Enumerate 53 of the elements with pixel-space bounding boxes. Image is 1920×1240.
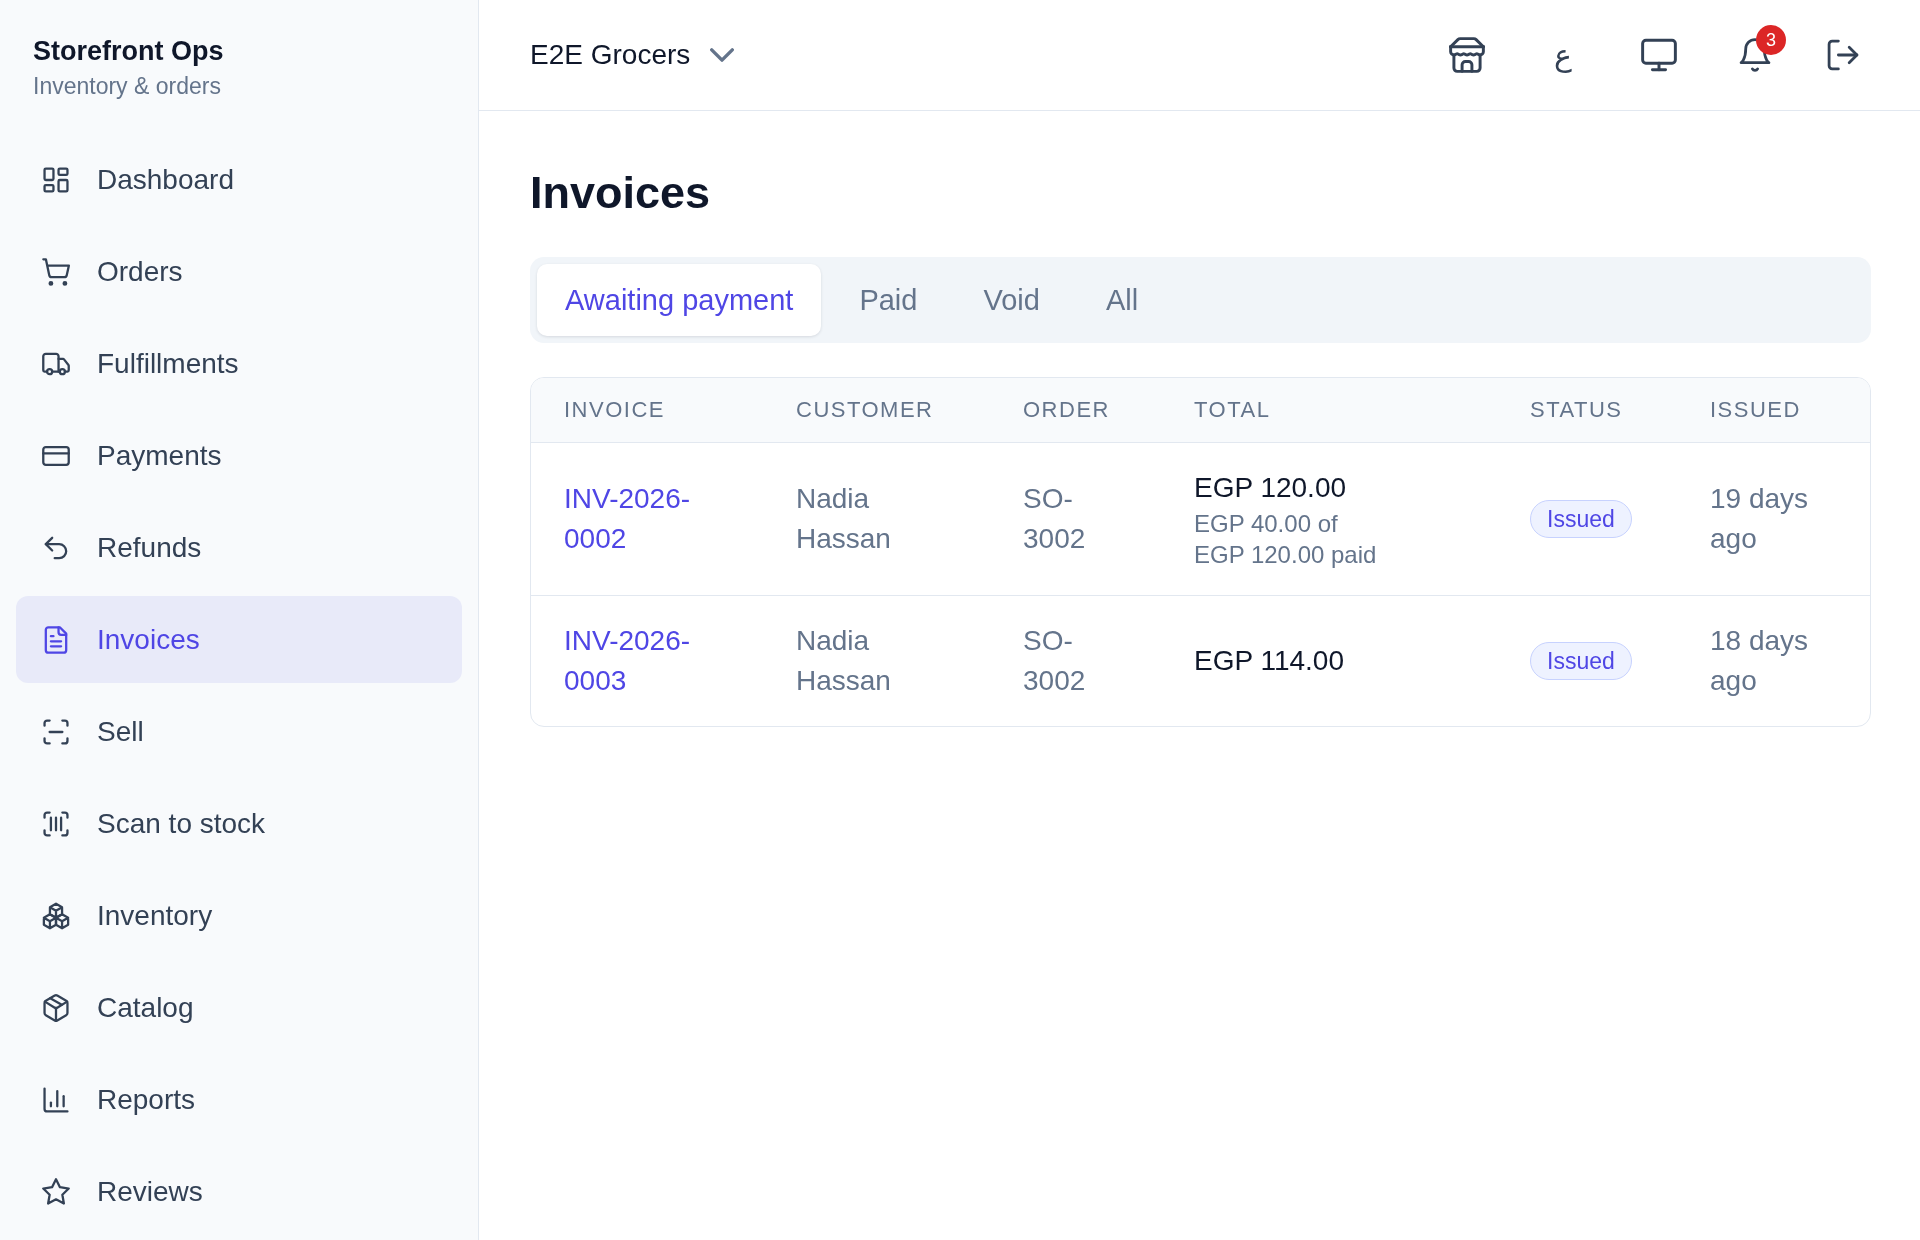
column-header: CUSTOMER [796, 396, 934, 424]
notification-count-badge: 3 [1756, 25, 1786, 55]
total-amount: EGP 120.00 [1194, 471, 1347, 505]
brand-title: Storefront Ops [33, 35, 224, 68]
customer-name: Nadia Hassan [796, 482, 892, 556]
nav-item[interactable]: Dashboard [16, 136, 462, 223]
nav-item[interactable]: Orders [16, 228, 462, 315]
page-title: Invoices [530, 166, 711, 220]
logout-icon [1826, 38, 1860, 72]
status-badge: Issued [1530, 642, 1632, 680]
nav-item[interactable]: Invoices [16, 596, 462, 683]
storefront-icon [1449, 37, 1485, 73]
customer-name: Nadia Hassan [796, 624, 892, 698]
column-header: TOTAL [1194, 396, 1271, 424]
monitor-icon [1641, 37, 1677, 73]
nav-item[interactable]: Catalog [16, 964, 462, 1051]
payment-note: EGP 40.00 of EGP 120.00 paid [1194, 509, 1378, 570]
scan-bars-icon [42, 809, 70, 838]
tab[interactable]: Void [955, 264, 1068, 336]
order-number: SO-3002 [1023, 482, 1087, 556]
star-icon [42, 1177, 70, 1206]
nav-item[interactable]: Reports [16, 1056, 462, 1143]
store-selector[interactable]: E2E Grocers [530, 39, 735, 71]
tab[interactable]: All [1077, 264, 1167, 336]
brand-subtitle: Inventory & orders [33, 72, 221, 101]
language-button[interactable]: ع [1539, 31, 1587, 79]
column-header: ORDER [1023, 396, 1110, 424]
cart-icon [42, 257, 70, 286]
invoice-link[interactable]: INV-2026-0002 [564, 479, 730, 559]
tab[interactable]: Awaiting payment [537, 264, 822, 336]
package-icon [42, 993, 70, 1022]
nav-item[interactable]: Scan to stock [16, 780, 462, 867]
issued-date: 19 days ago [1710, 482, 1810, 556]
cubes-icon [42, 901, 70, 930]
invoice-link[interactable]: INV-2026-0003 [564, 621, 730, 701]
nav-item[interactable]: Refunds [16, 504, 462, 591]
column-header: ISSUED [1710, 396, 1801, 424]
column-header: INVOICE [564, 396, 665, 424]
order-number: SO-3002 [1023, 624, 1087, 698]
total-amount: EGP 114.00 [1194, 644, 1344, 678]
nav-item[interactable]: Payments [16, 412, 462, 499]
column-header: STATUS [1530, 396, 1623, 424]
status-badge: Issued [1530, 500, 1632, 538]
grid-icon [42, 165, 70, 194]
nav-item[interactable]: Reviews [16, 1148, 462, 1235]
scan-line-icon [42, 717, 70, 746]
document-icon [42, 625, 70, 654]
tab[interactable]: Paid [831, 264, 946, 336]
issued-date: 18 days ago [1710, 624, 1810, 698]
nav-item[interactable]: Sell [16, 688, 462, 775]
bar-chart-icon [42, 1085, 70, 1114]
nav-item[interactable]: Inventory [16, 872, 462, 959]
nav-item[interactable]: Fulfillments [16, 320, 462, 407]
